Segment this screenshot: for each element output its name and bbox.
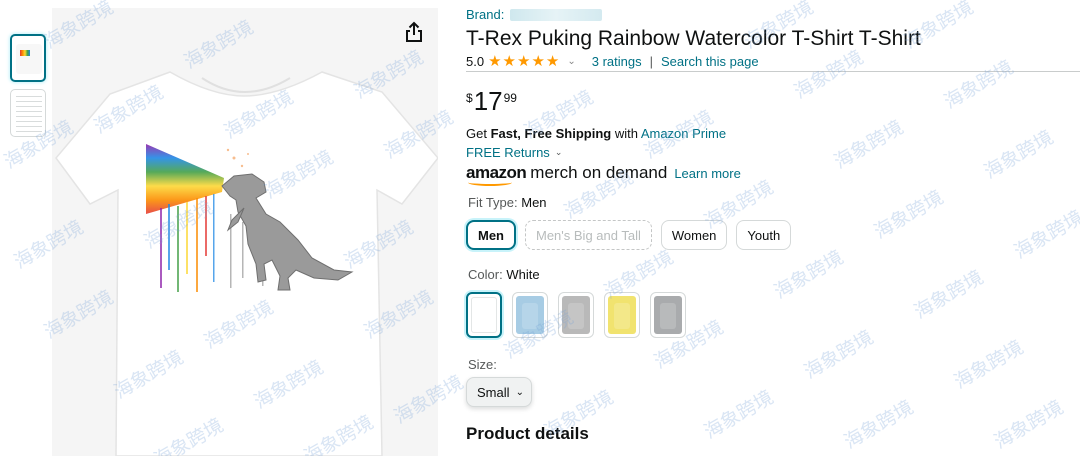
watermark-text: 海象跨境 [1010,206,1080,264]
fit-option-men[interactable]: Men [466,220,516,250]
share-button[interactable] [400,18,428,46]
share-icon [406,21,422,42]
watermark-text: 海象跨境 [940,56,1018,114]
merch-logo: amazon merch on demand [466,163,668,186]
watermark-text: 海象跨境 [980,126,1058,184]
watermark-text: 海象跨境 [990,396,1068,454]
color-swatch-heather-grey[interactable] [558,292,594,338]
color-swatch-lemon[interactable] [604,292,640,338]
star-icon: ★ [545,52,560,70]
size-label: Size: [468,357,497,372]
merch-logo-text: merch on demand [530,163,668,182]
watermark-text: 海象跨境 [700,386,778,444]
main-product-image[interactable] [52,8,438,456]
watermark-text: 海象跨境 [910,266,988,324]
watermark-text: 海象跨境 [830,116,908,174]
fit-option-women[interactable]: Women [660,220,728,250]
chevron-down-icon: ⌄ [554,147,563,157]
watermark-text: 海象跨境 [840,396,918,454]
brand-label[interactable]: Brand: [466,7,504,22]
thumbnail-strip [10,34,48,144]
thumbnail-chart-image [16,96,42,132]
star-icon: ★ [488,52,502,70]
thumbnail-rainbow-graphic [20,50,30,56]
shipping-bold: Fast, Free Shipping [490,126,612,141]
price-symbol: $ [466,91,473,105]
rating-value: 5.0 [466,54,485,69]
star-icon: ★ [516,52,531,70]
brand-name-redacted[interactable] [510,8,603,21]
chevron-down-icon: ⌄ [515,386,524,398]
fit-option-youth[interactable]: Youth [736,220,792,250]
shipping-info: Get Fast, Free Shipping with Amazon Prim… [466,126,726,141]
swatch-fill [562,296,590,334]
tshirt-image [55,71,438,456]
watermark-text: 海象跨境 [790,46,868,104]
color-label-text: Color: [468,267,503,282]
star-icon: ★ [502,52,516,70]
learn-more-link[interactable]: Learn more [674,166,740,181]
star-icon: ★ [531,52,545,70]
size-dropdown[interactable]: Small ⌄ [466,377,532,407]
price-fraction: 99 [503,91,517,105]
fit-type-options: Men Men's Big and Tall Women Youth [466,220,792,250]
fit-type-selected: Men [521,195,547,210]
divider [466,71,1080,72]
thumbnail-shirt-image [16,44,42,74]
shipping-prefix: Get [466,126,491,141]
chevron-down-icon[interactable]: ⌄ [567,56,575,67]
fit-option-mens-big-tall[interactable]: Men's Big and Tall [525,220,652,250]
watermark-text: 海象跨境 [800,326,878,384]
price-whole: 17 [473,86,503,116]
size-selected: Small [477,384,510,400]
color-swatch-baby-blue[interactable] [512,292,548,338]
color-label: Color: White [468,267,540,282]
watermark-text: 海象跨境 [770,246,848,304]
rating-row: 5.0 ★ ★ ★ ★ ★ ⌄ 3 ratings | Search this … [466,52,759,70]
price: $ 17 99 [466,88,517,114]
watermark-text: 海象跨境 [950,336,1028,394]
color-swatch-white[interactable] [466,292,502,338]
swatch-fill [608,296,636,334]
free-returns[interactable]: FREE Returns ⌄ [466,145,562,160]
fit-type-label: Fit Type: Men [468,195,547,210]
swatch-fill [516,296,544,334]
star-rating[interactable]: ★ ★ ★ ★ ★ [488,52,560,70]
color-swatch-silver[interactable] [650,292,686,338]
shipping-middle: with [611,126,641,141]
swatch-fill [471,297,497,333]
amazon-logo-text: amazon [466,163,527,186]
fit-type-label-text: Fit Type: [468,195,518,210]
thumbnail-size-chart[interactable] [10,89,46,137]
product-title: T-Rex Puking Rainbow Watercolor T-Shirt … [466,27,921,50]
color-selected: White [506,267,540,282]
ratings-link[interactable]: 3 ratings [592,54,642,69]
prime-link[interactable]: Amazon Prime [641,126,726,141]
merch-on-demand: amazon merch on demand Learn more [466,163,741,186]
free-returns-label: FREE Returns [466,145,550,160]
link-separator: | [649,54,653,69]
watermark-text: 海象跨境 [870,186,948,244]
size-label-text: Size: [468,357,497,372]
thumbnail-front[interactable] [10,34,46,82]
swatch-fill [654,296,682,334]
search-page-link[interactable]: Search this page [661,54,759,69]
brand-row: Brand: [466,7,603,22]
product-details-heading: Product details [466,424,589,443]
color-swatches [466,292,686,338]
